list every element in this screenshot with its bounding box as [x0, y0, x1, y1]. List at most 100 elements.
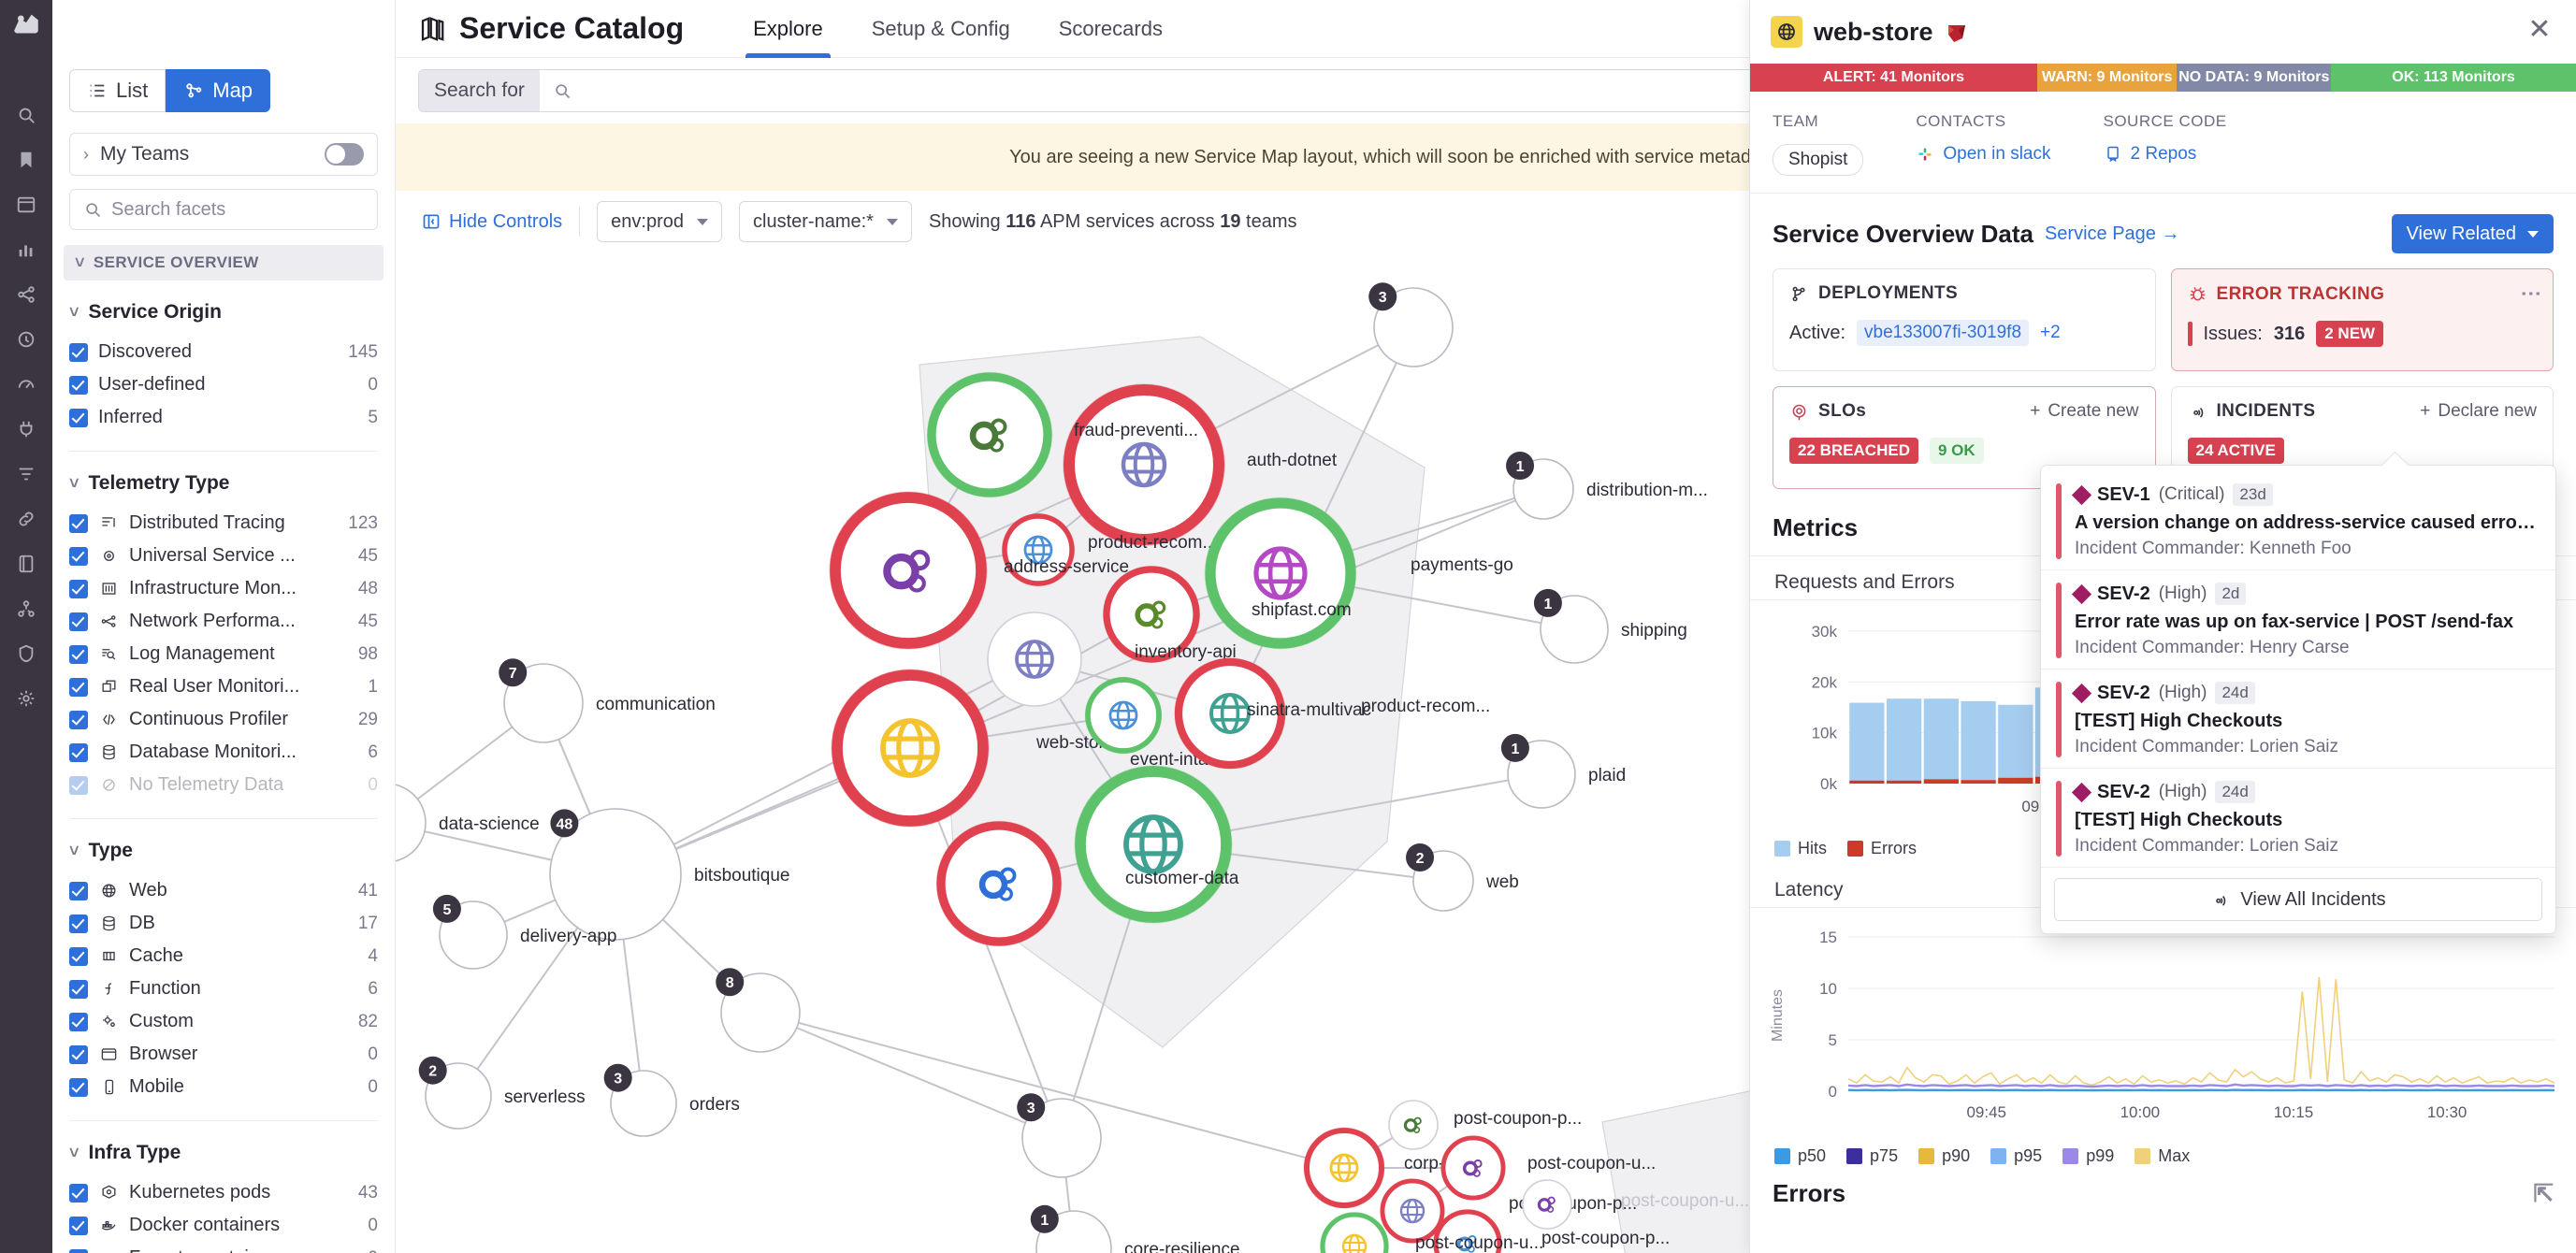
deployments-card[interactable]: DEPLOYMENTS Active: vbe133007fi-3019f8 +… [1773, 268, 2156, 371]
facet-item-web[interactable]: Web 41 [69, 874, 378, 907]
facet-checkbox[interactable] [69, 775, 88, 795]
search-icon[interactable] [14, 103, 38, 127]
bar-errors[interactable] [1886, 780, 1922, 784]
repos-link[interactable]: 2 Repos [2104, 144, 2227, 165]
map-node[interactable] [936, 821, 1062, 946]
facet-item-no-telemetry-data[interactable]: No Telemetry Data 0 [69, 769, 378, 801]
search-input[interactable] [540, 70, 1849, 111]
legend-item[interactable]: p99 [2062, 1146, 2114, 1166]
incident-row[interactable]: SEV-2 (High) 24d [TEST] High Checkouts Incid… [2041, 769, 2555, 868]
search-bar[interactable]: Search for [418, 69, 1850, 112]
monitor-segment-alert[interactable]: ALERT: 41 Monitors [1750, 64, 2037, 92]
facet-item-docker-containers[interactable]: Docker containers 0 [69, 1209, 378, 1242]
service-overview-section[interactable]: ˅ SERVICE OVERVIEW [64, 245, 384, 281]
clock-icon[interactable] [14, 327, 38, 352]
facet-item-continuous-profiler[interactable]: Continuous Profiler 29 [69, 703, 378, 736]
facet-checkbox[interactable] [69, 342, 88, 362]
map-node[interactable] [927, 372, 1052, 497]
slo-create-new-button[interactable]: + Create new [2030, 401, 2138, 422]
tab-explore[interactable]: Explore [729, 0, 847, 58]
legend-item[interactable]: Errors [1847, 839, 1917, 858]
facet-item-kubernetes-pods[interactable]: Kubernetes pods 43 [69, 1176, 378, 1209]
map-node[interactable] [1064, 384, 1224, 545]
speedometer-icon[interactable] [14, 372, 38, 396]
facet-item-user-defined[interactable]: User-defined 0 [69, 368, 378, 401]
bar-errors[interactable] [1961, 780, 1996, 784]
facet-checkbox[interactable] [69, 979, 88, 999]
notebook-icon[interactable] [14, 552, 38, 576]
facet-checkbox[interactable] [69, 1012, 88, 1031]
facet-checkbox[interactable] [69, 1077, 88, 1097]
bar-errors[interactable] [1998, 777, 2033, 784]
monitor-segment-warn[interactable]: WARN: 9 Monitors [2036, 64, 2178, 92]
facet-group-title[interactable]: ˅ Type [69, 840, 378, 862]
facet-checkbox[interactable] [69, 677, 88, 697]
facet-checkbox[interactable] [69, 579, 88, 598]
view-all-incidents-button[interactable]: View All Incidents [2054, 878, 2542, 921]
deployment-version[interactable]: vbe133007fi-3019f8 [1857, 320, 2030, 346]
list-view-button[interactable]: List [69, 69, 166, 112]
facet-group-title[interactable]: ˅ Telemetry Type [69, 472, 378, 495]
bar-hits[interactable] [1849, 702, 1885, 781]
facet-checkbox[interactable] [69, 375, 88, 395]
facet-item-cache[interactable]: Cache 4 [69, 940, 378, 972]
facet-item-log-management[interactable]: Log Management 98 [69, 638, 378, 670]
datadog-logo-icon[interactable] [10, 9, 42, 41]
map-node[interactable] [832, 670, 989, 827]
facet-item-browser[interactable]: Browser 0 [69, 1038, 378, 1071]
facet-search-input[interactable]: Search facets [69, 189, 378, 230]
tab-setup-config[interactable]: Setup & Config [847, 0, 1035, 58]
bar-errors[interactable] [1923, 779, 1959, 784]
latency-chart[interactable]: 0 5 10 15 Minutes 09:45 10:00 10:15 10:30 [1750, 908, 2576, 1142]
my-teams-toggle[interactable] [325, 143, 364, 166]
facet-item-db[interactable]: DB 17 [69, 907, 378, 940]
open-in-slack-link[interactable]: Open in slack [1916, 144, 2051, 165]
map-node[interactable] [1522, 1179, 1572, 1230]
map-node[interactable] [1085, 677, 1162, 754]
facet-checkbox[interactable] [69, 946, 88, 966]
deployments-more[interactable]: +2 [2040, 323, 2061, 343]
facet-item-mobile[interactable]: Mobile 0 [69, 1071, 378, 1103]
monitor-segment-ok[interactable]: OK: 113 Monitors [2331, 64, 2576, 92]
bar-hits[interactable] [1961, 700, 1996, 781]
facet-item-distributed-tracing[interactable]: Distributed Tracing 123 [69, 507, 378, 540]
chart-icon[interactable] [14, 238, 38, 262]
facet-item-custom[interactable]: Custom 82 [69, 1005, 378, 1038]
map-node[interactable] [1075, 766, 1232, 923]
facet-checkbox[interactable] [69, 914, 88, 933]
error-tracking-card[interactable]: ERROR TRACKING ⋮ Issues: 316 2 NEW [2170, 268, 2554, 371]
facet-checkbox[interactable] [69, 546, 88, 566]
bar-hits[interactable] [1923, 699, 1959, 780]
facet-item-inferred[interactable]: Inferred 5 [69, 401, 378, 434]
map-node[interactable] [1380, 1178, 1445, 1244]
shield-icon[interactable] [14, 641, 38, 666]
facet-group-title[interactable]: ˅ Service Origin [69, 301, 378, 324]
facet-checkbox[interactable] [69, 1044, 88, 1064]
share-icon[interactable] [14, 282, 38, 307]
facet-item-real-user-monitori[interactable]: Real User Monitori... 1 [69, 670, 378, 703]
facet-checkbox[interactable] [69, 742, 88, 762]
bar-errors[interactable] [1849, 780, 1885, 784]
facet-item-fargate-containers[interactable]: Fargate containers 0 [69, 1242, 378, 1253]
facet-checkbox[interactable] [69, 1248, 88, 1253]
facet-checkbox[interactable] [69, 1216, 88, 1235]
map-node[interactable] [1205, 497, 1356, 649]
facet-checkbox[interactable] [69, 513, 88, 533]
error-tracking-menu-icon[interactable]: ⋮ [2520, 283, 2543, 305]
link-icon[interactable] [14, 507, 38, 531]
monitor-segment-no-data[interactable]: NO DATA: 9 Monitors [2177, 64, 2332, 92]
map-node[interactable] [830, 492, 987, 649]
bar-hits[interactable] [1998, 704, 2033, 778]
my-teams-row[interactable]: › My Teams [69, 133, 378, 176]
legend-item[interactable]: p90 [1918, 1146, 1970, 1166]
settings-icon[interactable] [14, 686, 38, 711]
incident-row[interactable]: SEV-2 (High) 2d Error rate was up on fax-se… [2041, 570, 2555, 670]
legend-item[interactable]: p95 [1990, 1146, 2042, 1166]
network-icon[interactable] [14, 597, 38, 621]
service-page-link[interactable]: Service Page → [2045, 223, 2180, 245]
expand-icon[interactable]: ⇱ [2533, 1179, 2554, 1208]
facet-group-title[interactable]: ˅ Infra Type [69, 1142, 378, 1164]
facet-item-universal-service[interactable]: Universal Service ... 45 [69, 540, 378, 572]
facet-item-discovered[interactable]: Discovered 145 [69, 336, 378, 368]
facet-checkbox[interactable] [69, 612, 88, 631]
